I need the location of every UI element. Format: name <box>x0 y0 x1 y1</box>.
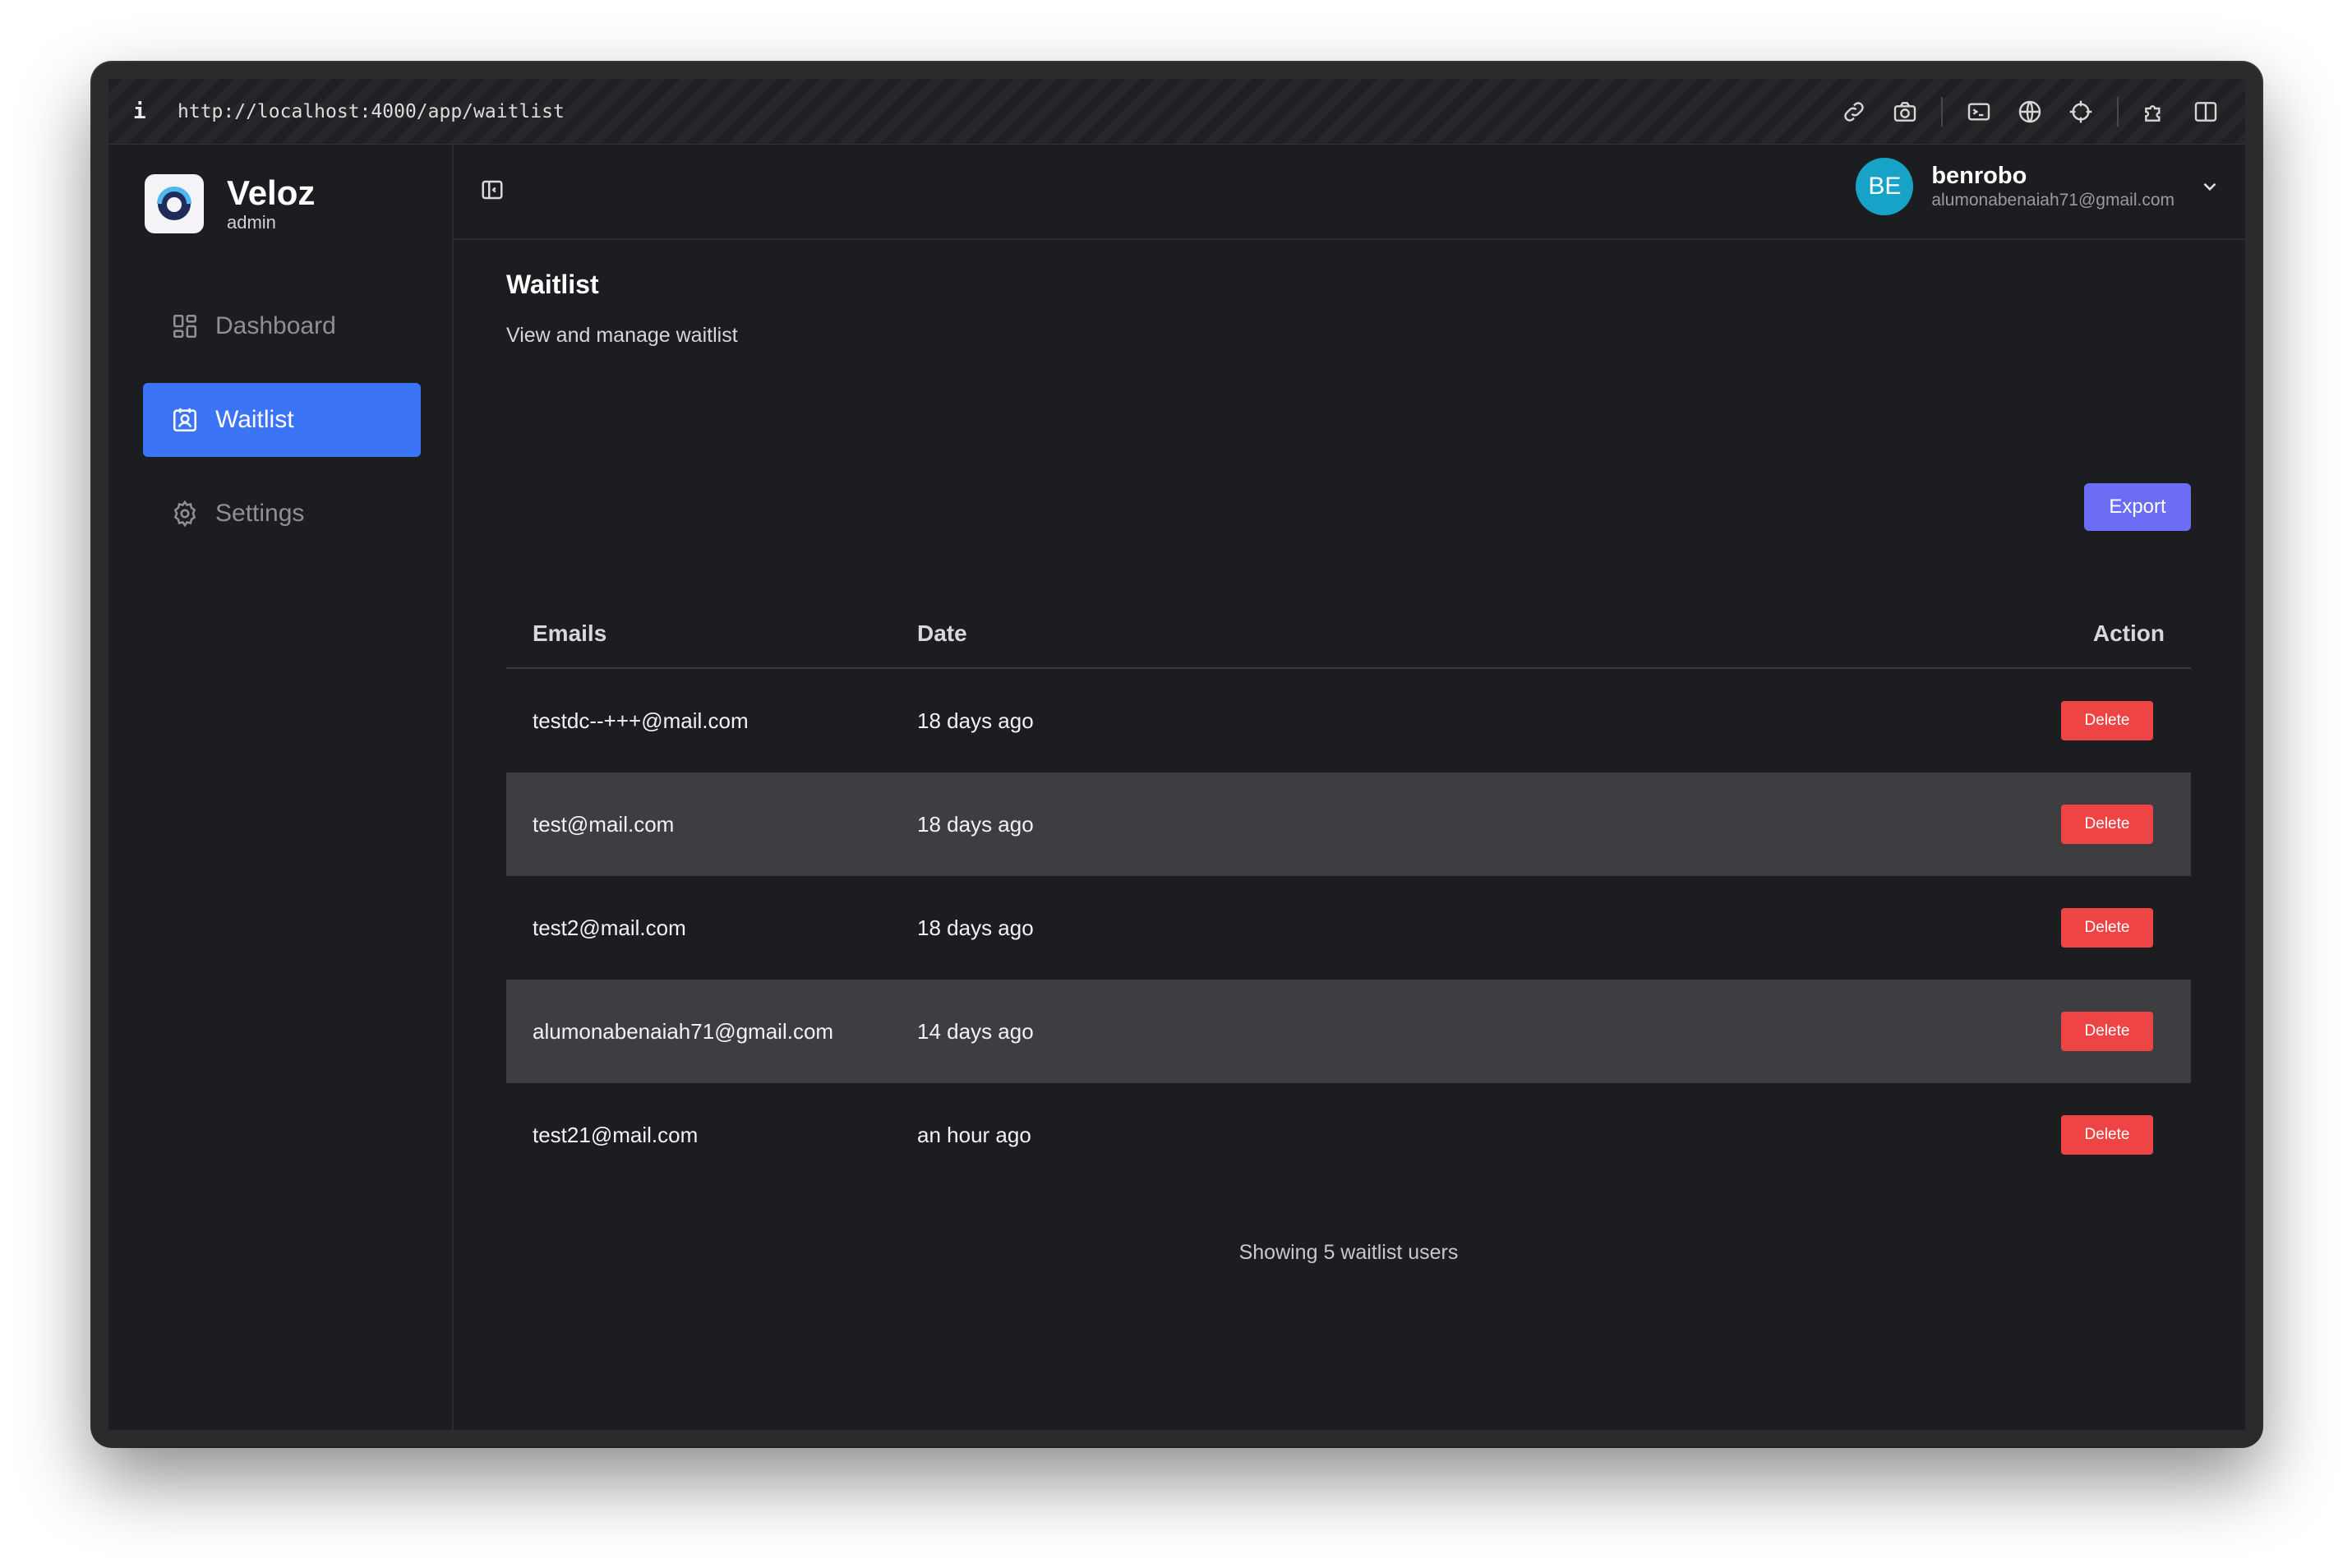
terminal-icon[interactable] <box>1964 97 1994 127</box>
table-row: test21@mail.com an hour ago Delete <box>506 1083 2191 1187</box>
sidebar-item-label: Settings <box>215 500 305 527</box>
app-root: Veloz admin Dashboard Waitlist Settings … <box>108 145 2245 1430</box>
globe-icon[interactable] <box>2015 97 2045 127</box>
link-icon[interactable] <box>1839 97 1869 127</box>
gear-icon <box>171 500 199 528</box>
waitlist-count: Showing 5 waitlist users <box>1238 1241 1459 1264</box>
brand[interactable]: Veloz admin <box>145 174 315 233</box>
delete-button[interactable]: Delete <box>2061 701 2153 740</box>
user-name: benrobo <box>1931 163 2027 189</box>
sidebar-nav: Dashboard Waitlist Settings <box>143 289 421 570</box>
camera-icon[interactable] <box>1890 97 1920 127</box>
waitlist-table: Emails Date Action testdc--+++@mail.com … <box>506 600 2191 1187</box>
user-info: benrobo alumonabenaiah71@gmail.com <box>1931 162 2174 211</box>
header-date: Date <box>917 620 967 646</box>
sidebar-item-label: Dashboard <box>215 312 336 339</box>
delete-button[interactable]: Delete <box>2061 1115 2153 1155</box>
user-menu[interactable]: BE benrobo alumonabenaiah71@gmail.com <box>1856 158 2221 215</box>
header-action: Action <box>2092 620 2165 646</box>
main-content: BE benrobo alumonabenaiah71@gmail.com Wa… <box>454 145 2245 1430</box>
table-row: test2@mail.com 18 days ago Delete <box>506 876 2191 980</box>
row-action: Delete <box>1657 701 2191 740</box>
delete-button[interactable]: Delete <box>2061 1012 2153 1051</box>
row-date: 18 days ago <box>917 708 1034 733</box>
address-bar[interactable]: http://localhost:4000/app/waitlist <box>178 101 565 122</box>
chevron-down-icon[interactable] <box>2199 176 2221 197</box>
table-row: testdc--+++@mail.com 18 days ago Delete <box>506 669 2191 772</box>
brand-text: Veloz admin <box>227 174 315 233</box>
row-action: Delete <box>1657 1115 2191 1155</box>
user-email: alumonabenaiah71@gmail.com <box>1931 191 2174 210</box>
row-action: Delete <box>1657 908 2191 948</box>
split-view-icon[interactable] <box>2191 97 2221 127</box>
puzzle-icon[interactable] <box>2140 97 2170 127</box>
dashboard-icon <box>171 312 199 340</box>
waitlist-icon <box>171 406 199 434</box>
table-header: Emails Date Action <box>506 600 2191 669</box>
row-date: 14 days ago <box>917 1018 1034 1044</box>
sidebar-item-settings[interactable]: Settings <box>143 477 421 551</box>
sidebar-toggle-icon[interactable] <box>480 178 506 204</box>
browser-window: i http://localhost:4000/app/waitlist Vel… <box>92 62 2262 1446</box>
row-email: test@mail.com <box>533 811 675 837</box>
sidebar-item-dashboard[interactable]: Dashboard <box>143 289 421 363</box>
brand-role: admin <box>227 212 276 233</box>
page-title: Waitlist <box>506 270 599 299</box>
row-action: Delete <box>1657 805 2191 844</box>
brand-name: Veloz <box>227 173 316 212</box>
row-action: Delete <box>1657 1012 2191 1051</box>
toolbar-divider <box>1941 96 1943 127</box>
row-email: testdc--+++@mail.com <box>533 708 749 733</box>
browser-actions <box>1839 96 2221 127</box>
row-date: an hour ago <box>917 1122 1031 1147</box>
table-row: test@mail.com 18 days ago Delete <box>506 772 2191 876</box>
browser-toolbar: i http://localhost:4000/app/waitlist <box>108 79 2245 145</box>
toolbar-divider <box>2117 96 2119 127</box>
page-subtitle: View and manage waitlist <box>506 324 738 347</box>
crosshair-icon[interactable] <box>2066 97 2096 127</box>
sidebar-item-waitlist[interactable]: Waitlist <box>143 383 421 457</box>
avatar: BE <box>1856 158 1914 215</box>
row-email: alumonabenaiah71@gmail.com <box>533 1018 834 1044</box>
row-date: 18 days ago <box>917 811 1034 837</box>
delete-button[interactable]: Delete <box>2061 908 2153 948</box>
row-email: test2@mail.com <box>533 915 686 940</box>
row-date: 18 days ago <box>917 915 1034 940</box>
sidebar-item-label: Waitlist <box>215 406 294 433</box>
info-icon[interactable]: i <box>133 99 158 124</box>
row-email: test21@mail.com <box>533 1122 699 1147</box>
veloz-logo-icon <box>145 174 204 233</box>
sidebar: Veloz admin Dashboard Waitlist Settings <box>108 145 454 1430</box>
delete-button[interactable]: Delete <box>2061 805 2153 844</box>
header-emails: Emails <box>533 620 607 646</box>
table-row: alumonabenaiah71@gmail.com 14 days ago D… <box>506 980 2191 1083</box>
topbar: BE benrobo alumonabenaiah71@gmail.com <box>454 145 2245 240</box>
export-button[interactable]: Export <box>2084 483 2191 531</box>
